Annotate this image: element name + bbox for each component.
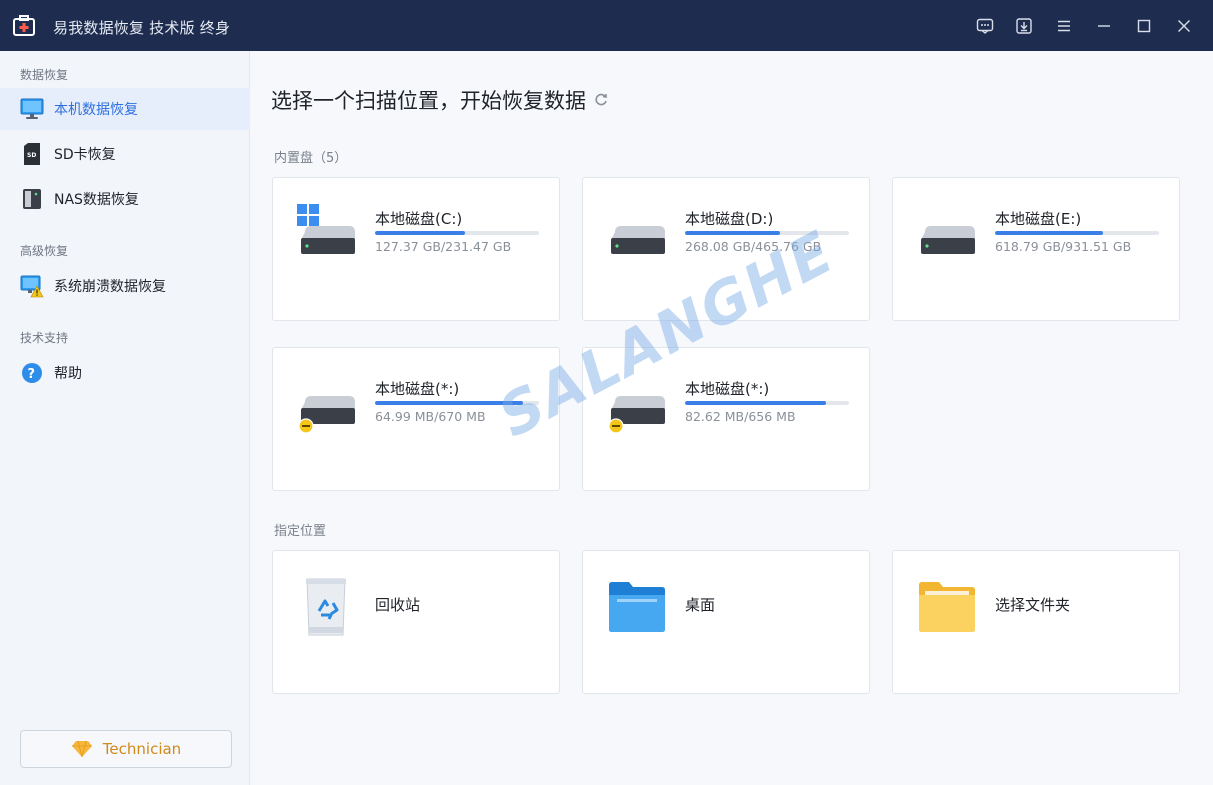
technician-label: Technician (102, 740, 182, 758)
sd-card-icon: SD (20, 142, 44, 166)
drive-usage-bar (685, 401, 849, 405)
drive-size: 618.79 GB/931.51 GB (995, 239, 1132, 254)
title-bar: 易我数据恢复 技术版 终身 (0, 0, 1213, 51)
section-label-advanced: 高级恢复 (20, 244, 69, 258)
locations-label: 指定位置 (274, 524, 327, 539)
maximize-button[interactable] (1131, 13, 1157, 39)
help-icon: ? (20, 361, 44, 385)
internal-drives-label: 内置盘（5） (274, 151, 348, 166)
sidebar-item-label: SD卡恢复 (54, 147, 116, 163)
drive-name: 本地磁盘(D:) (685, 210, 774, 228)
drive-usage-fill (375, 401, 523, 405)
feedback-icon (976, 18, 994, 34)
drive-name: 本地磁盘(*:) (685, 380, 770, 398)
drive-name: 本地磁盘(C:) (375, 210, 463, 228)
close-button[interactable] (1171, 13, 1197, 39)
sidebar-item-nas[interactable]: NAS数据恢复 (0, 178, 250, 220)
drive-size: 268.08 GB/465.76 GB (685, 239, 822, 254)
svg-text:?: ? (28, 367, 36, 382)
menu-button[interactable] (1051, 13, 1077, 39)
minimize-icon (1098, 25, 1110, 27)
sidebar-item-local-recovery[interactable]: 本机数据恢复 (0, 88, 250, 130)
sidebar-item-label: 系统崩溃数据恢复 (54, 279, 166, 295)
drive-card-d[interactable]: 本地磁盘(D:) 268.08 GB/465.76 GB (582, 177, 870, 321)
drive-usage-fill (375, 231, 466, 235)
diamond-icon (71, 740, 92, 758)
drive-usage-fill (995, 231, 1104, 235)
close-icon (1178, 20, 1190, 32)
page-title: 选择一个扫描位置，开始恢复数据 (271, 85, 608, 115)
unmounted-drive-icon (298, 396, 355, 434)
technician-button[interactable]: Technician (20, 730, 232, 768)
minimize-button[interactable] (1091, 13, 1117, 39)
drive-card-unmounted-1[interactable]: 本地磁盘(*:) 64.99 MB/670 MB (272, 347, 560, 491)
drive-card-unmounted-2[interactable]: 本地磁盘(*:) 82.62 MB/656 MB (582, 347, 870, 491)
drive-size: 82.62 MB/656 MB (685, 409, 796, 424)
app-logo-icon (13, 15, 35, 36)
location-card-select-folder[interactable]: 选择文件夹 (892, 550, 1180, 694)
nas-icon (20, 187, 44, 211)
drive-card-e[interactable]: 本地磁盘(E:) 618.79 GB/931.51 GB (892, 177, 1180, 321)
drive-usage-bar (375, 401, 539, 405)
drive-usage-fill (685, 231, 781, 235)
sidebar-item-label: 帮助 (54, 366, 82, 382)
drive-usage-fill (685, 401, 827, 405)
unmounted-drive-icon (608, 396, 665, 434)
drive-usage-bar (375, 231, 539, 235)
sidebar-item-system-crash[interactable]: 系统崩溃数据恢复 (0, 265, 250, 307)
monitor-icon (20, 97, 44, 121)
folder-icon (919, 582, 975, 632)
section-label-data-recovery: 数据恢复 (20, 68, 69, 82)
location-name: 桌面 (685, 596, 716, 614)
drive-size: 127.37 GB/231.47 GB (375, 239, 512, 254)
main-panel: 选择一个扫描位置，开始恢复数据 内置盘（5） 本地磁盘(C:) 127.37 G… (251, 51, 1213, 785)
sidebar-item-help[interactable]: ? 帮助 (0, 352, 250, 394)
drive-name: 本地磁盘(E:) (995, 210, 1082, 228)
location-card-desktop[interactable]: 桌面 (582, 550, 870, 694)
sidebar: 数据恢复 本机数据恢复 SD SD卡恢复 NAS数据恢复 高级恢复 系统崩溃数据… (0, 51, 250, 785)
maximize-icon (1137, 19, 1151, 33)
sidebar-item-label: NAS数据恢复 (54, 192, 139, 208)
hard-drive-icon (921, 226, 975, 254)
location-name: 选择文件夹 (995, 596, 1071, 614)
desktop-folder-icon (609, 582, 665, 632)
system-drive-icon (297, 204, 355, 254)
system-crash-icon (20, 274, 44, 298)
svg-text:SD: SD (27, 152, 36, 159)
page-title-text: 选择一个扫描位置，开始恢复数据 (271, 89, 586, 113)
sidebar-item-sd-card[interactable]: SD SD卡恢复 (0, 133, 250, 175)
location-name: 回收站 (375, 596, 421, 614)
drive-usage-bar (685, 231, 849, 235)
section-label-support: 技术支持 (20, 331, 69, 345)
feedback-button[interactable] (972, 13, 998, 39)
download-icon (1016, 18, 1032, 34)
drive-usage-bar (995, 231, 1159, 235)
download-button[interactable] (1011, 13, 1037, 39)
sidebar-item-label: 本机数据恢复 (54, 102, 138, 118)
hard-drive-icon (611, 226, 665, 254)
drive-size: 64.99 MB/670 MB (375, 409, 486, 424)
recycle-bin-icon (306, 578, 346, 636)
drive-card-c[interactable]: 本地磁盘(C:) 127.37 GB/231.47 GB (272, 177, 560, 321)
drive-name: 本地磁盘(*:) (375, 380, 460, 398)
menu-icon (1058, 20, 1070, 32)
refresh-icon[interactable] (594, 93, 608, 107)
location-card-recycle-bin[interactable]: 回收站 (272, 550, 560, 694)
app-title: 易我数据恢复 技术版 终身 (53, 19, 231, 37)
